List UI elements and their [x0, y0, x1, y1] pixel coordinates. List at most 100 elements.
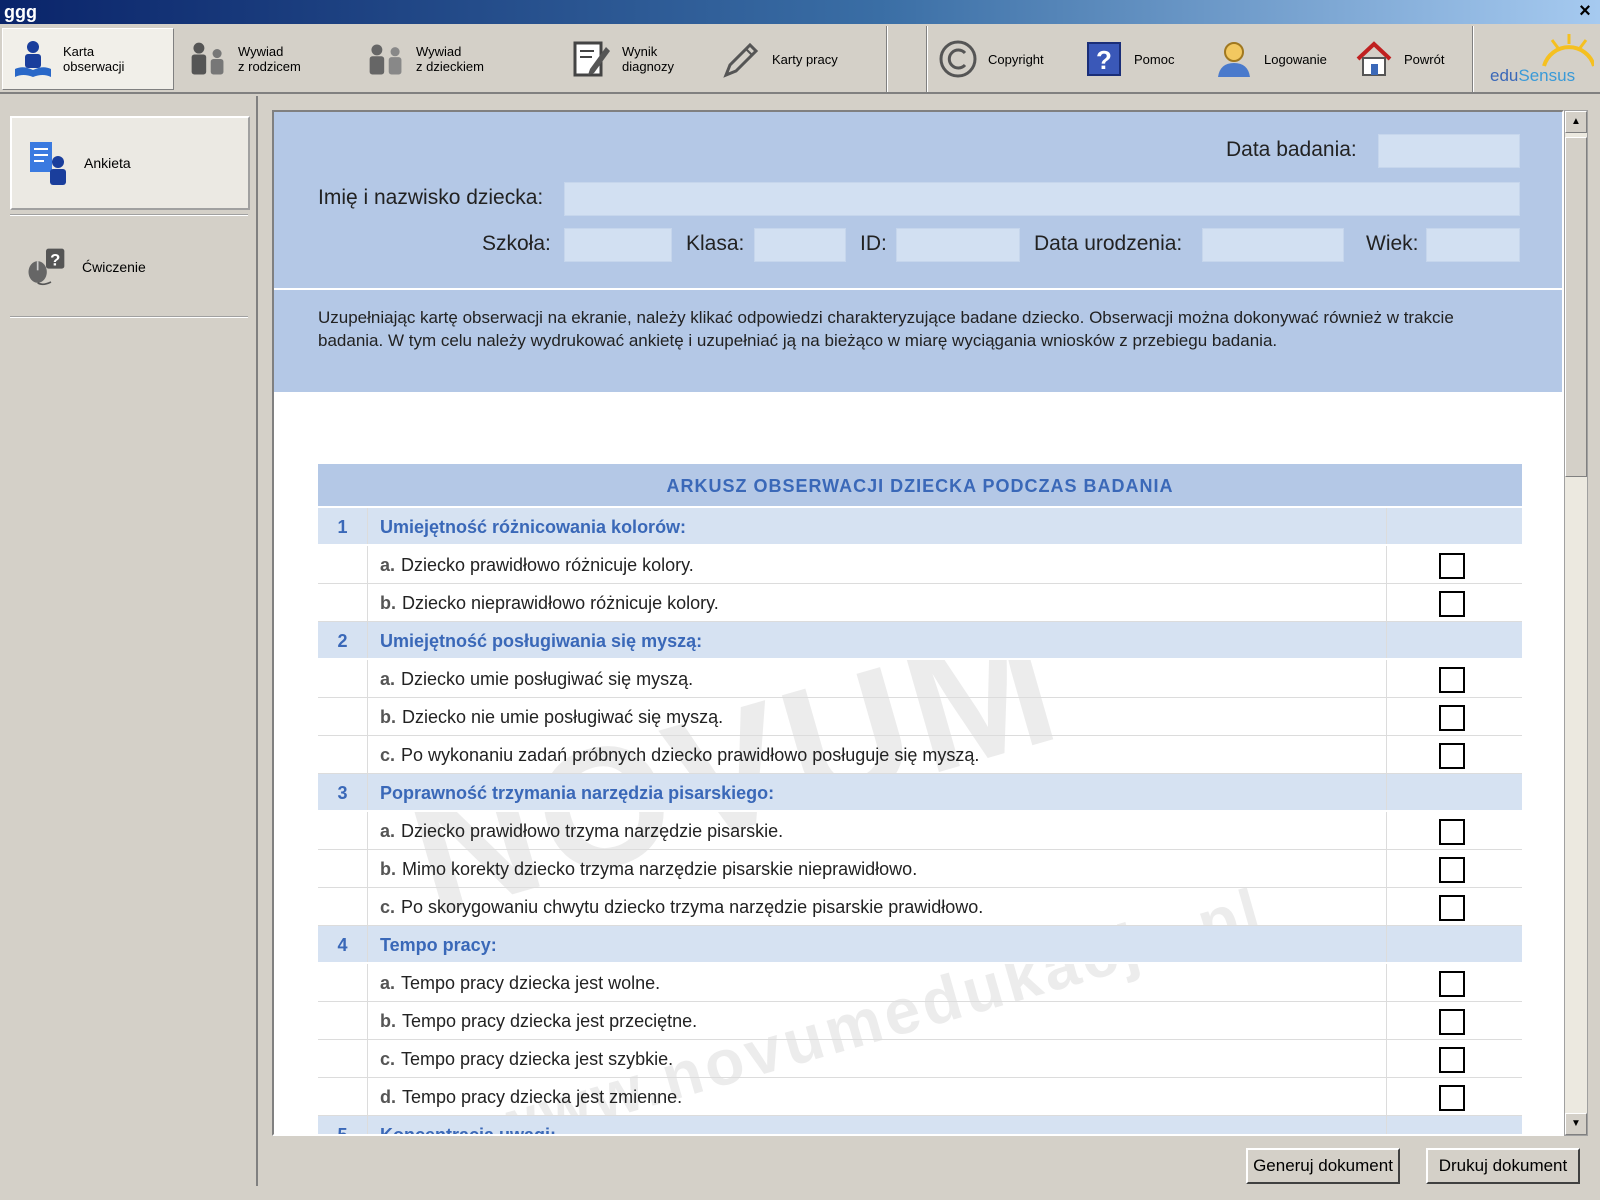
observation-item-row: b. Dziecko nieprawidłowo różnicuje kolory…	[318, 584, 1522, 622]
observation-checkbox[interactable]	[1439, 743, 1465, 769]
observation-checkbox[interactable]	[1439, 819, 1465, 845]
main-toolbar: Karta obserwacji Wywiad z rodzicem Wywia…	[0, 24, 1600, 94]
item-description: Mimo korekty dziecko trzyma narzędzie pi…	[402, 859, 918, 879]
section-check-cell	[1386, 1116, 1522, 1134]
toolbar-parent-interview[interactable]: Wywiad z rodzicem	[188, 28, 348, 90]
observation-checkbox[interactable]	[1439, 1009, 1465, 1035]
item-text: d. Tempo pracy dziecka jest zmienne.	[380, 1078, 682, 1116]
toolbar-label: Copyright	[988, 51, 1044, 67]
sidebar-item-exercise[interactable]: ? Ćwiczenie	[10, 220, 250, 314]
toolbar-label: Wywiad z rodzicem	[238, 44, 301, 74]
item-letter: b.	[380, 859, 396, 879]
generate-document-button[interactable]: Generuj dokument	[1246, 1148, 1400, 1184]
sun-icon	[1542, 34, 1596, 67]
toolbar-label: Pomoc	[1134, 51, 1175, 67]
svg-text:?: ?	[1096, 45, 1112, 75]
toolbar-child-interview[interactable]: Wywiad z dzieckiem	[366, 28, 536, 90]
item-description: Dziecko nie umie posługiwać się myszą.	[402, 707, 724, 727]
section-header-row: 3 Poprawność trzymania narzędzia pisarski…	[318, 774, 1522, 812]
item-description: Dziecko prawidłowo trzyma narzędzie pisa…	[401, 821, 784, 841]
observation-item-row: c. Tempo pracy dziecka jest szybkie.	[318, 1040, 1522, 1078]
birth-date-label: Data urodzenia:	[1034, 232, 1183, 255]
observation-checkbox[interactable]	[1439, 1047, 1465, 1073]
instructions-note: Uzupełniając kartę obserwacji na ekranie…	[274, 290, 1562, 392]
toolbar-copyright[interactable]: Copyright	[938, 28, 1058, 90]
item-letter: a.	[380, 669, 396, 689]
toolbar-login[interactable]: Logowanie	[1214, 28, 1334, 90]
observation-item-row: a. Dziecko prawidłowo różnicuje kolory.	[318, 546, 1522, 584]
item-description: Dziecko prawidłowo różnicuje kolory.	[401, 555, 694, 575]
observation-checkbox[interactable]	[1439, 591, 1465, 617]
toolbar-separator	[1472, 26, 1474, 92]
observation-checkbox[interactable]	[1439, 667, 1465, 693]
item-text: b. Dziecko nieprawidłowo różnicuje kolory…	[380, 584, 719, 622]
item-check-cell	[1386, 736, 1522, 773]
toolbar-return[interactable]: Powrót	[1354, 28, 1464, 90]
item-letter: d.	[380, 1087, 396, 1107]
observation-checkbox[interactable]	[1439, 705, 1465, 731]
birth-date-field[interactable]	[1202, 228, 1344, 262]
observation-checkbox[interactable]	[1439, 1085, 1465, 1111]
item-text: a. Dziecko umie posługiwać się myszą.	[380, 660, 693, 698]
section-number: 1	[318, 508, 368, 544]
item-check-cell	[1386, 1002, 1522, 1039]
survey-icon	[28, 142, 68, 185]
toolbar-diagnosis-result[interactable]: Wynik diagnozy	[572, 28, 712, 90]
age-label: Wiek:	[1366, 232, 1419, 255]
close-icon[interactable]: ×	[1574, 0, 1596, 22]
item-check-cell	[1386, 964, 1522, 1001]
child-name-field[interactable]	[564, 182, 1520, 216]
logo-text-sensus: Sensus	[1518, 66, 1576, 85]
school-field[interactable]	[564, 228, 672, 262]
item-check-cell	[1386, 812, 1522, 849]
item-description: Tempo pracy dziecka jest szybkie.	[401, 1049, 674, 1069]
section-header-row: 2 Umiejętność posługiwania się myszą:	[318, 622, 1522, 660]
toolbar-observation-card[interactable]: Karta obserwacji	[2, 28, 174, 90]
sidebar-item-survey[interactable]: Ankieta	[10, 116, 250, 210]
item-letter: a.	[380, 973, 396, 993]
exam-date-field[interactable]	[1378, 134, 1520, 168]
item-check-cell	[1386, 888, 1522, 925]
toolbar-label: Karty pracy	[772, 51, 838, 67]
toolbar-help[interactable]: ? Pomoc	[1084, 28, 1194, 90]
parent-interview-icon	[188, 39, 228, 79]
scroll-thumb[interactable]	[1565, 137, 1587, 477]
item-number-cell	[318, 698, 368, 735]
edusensus-logo: eduSensus	[1484, 32, 1596, 88]
mouse-question-icon: ?	[26, 247, 66, 287]
toolbar-label: Wynik diagnozy	[622, 44, 675, 74]
item-check-cell	[1386, 660, 1522, 697]
toolbar-separator	[926, 26, 928, 92]
observation-item-row: a. Dziecko prawidłowo trzyma narzędzie pi…	[318, 812, 1522, 850]
item-text: b. Mimo korekty dziecko trzyma narzędzie …	[380, 850, 917, 888]
item-description: Po wykonaniu zadań próbnych dziecko praw…	[401, 745, 980, 765]
item-description: Dziecko nieprawidłowo różnicuje kolory.	[402, 593, 719, 613]
item-description: Tempo pracy dziecka jest przeciętne.	[402, 1011, 698, 1031]
observation-item-row: b. Mimo korekty dziecko trzyma narzędzie …	[318, 850, 1522, 888]
print-document-button[interactable]: Drukuj dokument	[1426, 1148, 1580, 1184]
observation-item-row: b. Dziecko nie umie posługiwać się myszą.	[318, 698, 1522, 736]
section-number: 3	[318, 774, 368, 810]
id-field[interactable]	[896, 228, 1020, 262]
item-number-cell	[318, 736, 368, 773]
observation-checkbox[interactable]	[1439, 971, 1465, 997]
scroll-up-icon[interactable]: ▲	[1565, 111, 1587, 133]
item-letter: c.	[380, 745, 396, 765]
vertical-scrollbar[interactable]: ▲ ▼	[1564, 110, 1588, 1136]
help-icon: ?	[1084, 39, 1124, 79]
age-field[interactable]	[1426, 228, 1520, 262]
observation-checkbox[interactable]	[1439, 895, 1465, 921]
section-title: Umiejętność posługiwania się myszą:	[380, 631, 703, 651]
section-title: Tempo pracy:	[380, 935, 497, 955]
sheet-title: ARKUSZ OBSERWACJI DZIECKA PODCZAS BADANI…	[318, 464, 1522, 508]
section-check-cell	[1386, 774, 1522, 810]
class-field[interactable]	[754, 228, 846, 262]
scroll-down-icon[interactable]: ▼	[1565, 1113, 1587, 1135]
item-check-cell	[1386, 850, 1522, 887]
observation-checkbox[interactable]	[1439, 553, 1465, 579]
item-text: b. Dziecko nie umie posługiwać się myszą.	[380, 698, 723, 736]
observation-checkbox[interactable]	[1439, 857, 1465, 883]
id-label: ID:	[860, 232, 887, 255]
toolbar-separator	[886, 26, 888, 92]
toolbar-worksheets[interactable]: Karty pracy	[722, 28, 882, 90]
